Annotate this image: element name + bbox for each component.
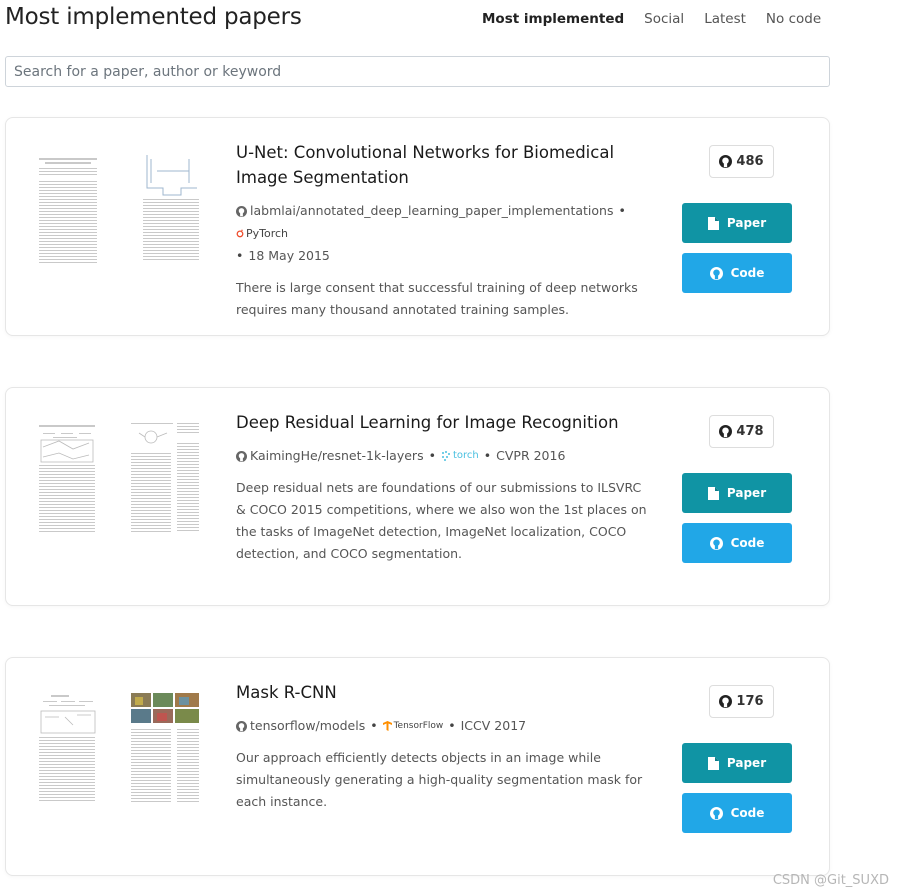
star-count: 176 — [736, 694, 764, 709]
bullet-separator: • — [483, 448, 492, 463]
github-stars-badge[interactable]: 478 — [709, 415, 774, 448]
paper-button[interactable]: Paper — [682, 473, 792, 513]
paper-button-label: Paper — [726, 486, 767, 500]
code-button[interactable]: Code — [682, 253, 792, 293]
github-icon — [709, 536, 723, 550]
github-icon — [236, 451, 247, 462]
github-icon — [709, 806, 723, 820]
tab-no-code[interactable]: No code — [766, 10, 821, 28]
bullet-separator: • — [370, 718, 378, 733]
paper-date: CVPR 2016 — [496, 448, 566, 463]
paper-date: ICCV 2017 — [460, 718, 527, 733]
document-icon — [707, 216, 719, 230]
star-count: 486 — [736, 154, 764, 169]
paper-meta: KaimingHe/resnet-1k-layers • torch • CVPR 20… — [236, 445, 651, 467]
paper-button-label: Paper — [726, 216, 767, 230]
tab-latest[interactable]: Latest — [704, 10, 746, 28]
star-count: 478 — [736, 424, 764, 439]
github-icon — [719, 425, 733, 438]
code-button-label: Code — [730, 806, 765, 820]
code-button[interactable]: Code — [682, 793, 792, 833]
paper-title[interactable]: U-Net: Convolutional Networks for Biomed… — [236, 140, 651, 190]
paper-abstract: There is large consent that successful t… — [236, 279, 638, 317]
repo-link[interactable]: KaimingHe/resnet-1k-layers — [250, 448, 424, 463]
paper-meta: tensorflow/models • TensorFlow • ICCV 2017 — [236, 715, 651, 737]
paper-button[interactable]: Paper — [682, 743, 792, 783]
paper-title[interactable]: Deep Residual Learning for Image Recogni… — [236, 410, 651, 435]
code-button[interactable]: Code — [682, 523, 792, 563]
paper-date: 18 May 2015 — [248, 247, 330, 263]
framework-label: PyTorch — [246, 226, 289, 240]
search-input[interactable] — [5, 56, 830, 87]
bullet-separator: • — [448, 718, 456, 733]
code-button-label: Code — [730, 266, 765, 280]
paper-content: U-Net: Convolutional Networks for Biomed… — [236, 140, 651, 321]
tab-social[interactable]: Social — [644, 10, 684, 28]
bullet-separator: • — [236, 247, 244, 263]
github-icon — [236, 206, 247, 217]
framework-label: torch — [452, 450, 479, 461]
github-icon — [719, 155, 733, 168]
framework-label: TensorFlow — [393, 721, 444, 731]
github-stars-badge[interactable]: 486 — [709, 145, 774, 178]
paper-abstract: Deep residual nets are foundations of ou… — [236, 480, 647, 561]
paper-card: Deep Residual Learning for Image Recogni… — [5, 387, 830, 606]
framework-badge: PyTorch — [236, 223, 288, 245]
repo-link[interactable]: tensorflow/models — [250, 718, 365, 733]
paper-content: Deep Residual Learning for Image Recogni… — [236, 410, 651, 565]
sort-tabs: Most implemented Social Latest No code — [482, 10, 841, 28]
paper-thumbnail[interactable] — [39, 693, 201, 808]
paper-meta: labmlai/annotated_deep_learning_paper_im… — [236, 200, 651, 267]
paper-content: Mask R-CNN tensorflow/models • TensorFlow •… — [236, 680, 651, 813]
github-icon — [236, 721, 247, 732]
paper-title[interactable]: Mask R-CNN — [236, 680, 651, 705]
page-title: Most implemented papers — [5, 4, 302, 30]
paper-thumbnail[interactable] — [39, 153, 201, 268]
github-icon — [719, 695, 733, 708]
paper-abstract: Our approach efficiently detects objects… — [236, 750, 643, 809]
tensorflow-icon — [382, 721, 392, 731]
github-stars-badge[interactable]: 176 — [709, 685, 774, 718]
paper-card: Mask R-CNN tensorflow/models • TensorFlow •… — [5, 657, 830, 876]
document-icon — [707, 486, 719, 500]
paper-button[interactable]: Paper — [682, 203, 792, 243]
github-icon — [709, 266, 723, 280]
paper-card: U-Net: Convolutional Networks for Biomed… — [5, 117, 830, 336]
framework-badge: torch — [441, 445, 479, 467]
repo-link[interactable]: labmlai/annotated_deep_learning_paper_im… — [250, 203, 613, 218]
framework-badge: TensorFlow — [382, 715, 444, 737]
bullet-separator: • — [618, 203, 626, 218]
torch-icon — [441, 451, 450, 461]
paper-thumbnail[interactable] — [39, 423, 201, 538]
paper-button-label: Paper — [726, 756, 767, 770]
bullet-separator: • — [428, 448, 436, 463]
watermark: CSDN @Git_SUXD — [772, 873, 889, 888]
document-icon — [707, 756, 719, 770]
tab-most-implemented[interactable]: Most implemented — [482, 10, 624, 28]
code-button-label: Code — [730, 536, 765, 550]
pytorch-icon — [236, 229, 244, 238]
